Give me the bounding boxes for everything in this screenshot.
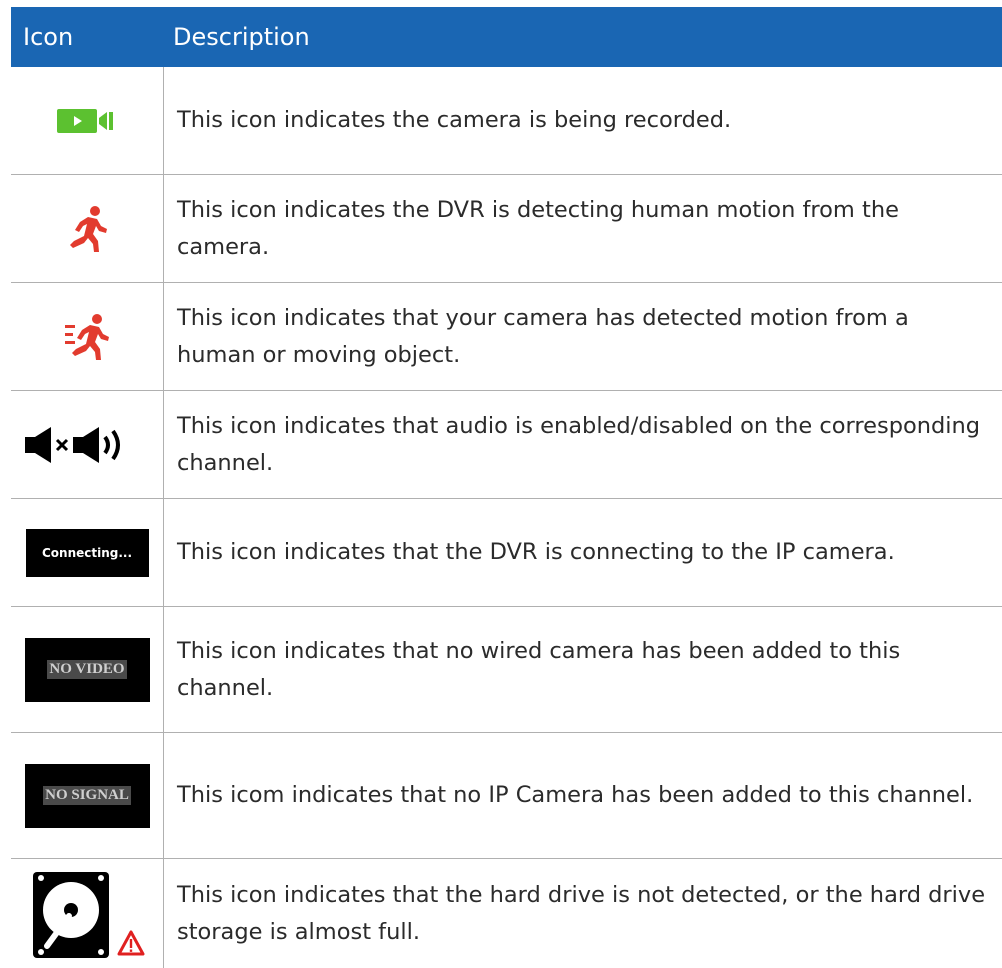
icon-cell: NO SIGNAL [11,733,163,858]
hard-drive-warning-icon [33,871,145,958]
description-cell: This icon indicates the camera is being … [177,107,732,133]
icon-cell [11,391,163,498]
icon-cell: NO VIDEO [11,607,163,732]
table-row: This icon indicates that your camera has… [11,283,1002,391]
description-cell: This icon indicates that the hard drive … [177,881,986,945]
header-description-column: Description [173,23,310,51]
icon-description-table: Icon Description This icon indicates the… [11,7,1002,968]
table-row: This icon indicates that the hard drive … [11,859,1002,968]
description-cell: This icon indicates that the DVR is conn… [177,539,895,565]
table-row: NO SIGNAL This icom indicates that no IP… [11,733,1002,859]
audio-toggle-icon [25,426,120,463]
table-row: This icon indicates the DVR is detecting… [11,175,1002,283]
human-motion-icon [70,205,107,252]
no-video-label: NO VIDEO [47,660,127,679]
no-signal-icon: NO SIGNAL [24,763,150,828]
no-video-icon: NO VIDEO [24,637,150,702]
description-cell: This icon indicates that no wired camera… [177,637,901,701]
motion-detected-icon [65,313,109,360]
table-row: This icon indicates that audio is enable… [11,391,1002,499]
icon-cell [11,859,163,968]
icon-cell [11,175,163,282]
description-cell: This icom indicates that no IP Camera ha… [177,782,974,808]
record-camera-icon [57,108,113,133]
icon-cell [11,67,163,174]
no-signal-label: NO SIGNAL [43,786,131,805]
header-icon-column: Icon [23,23,74,51]
description-cell: This icon indicates that your camera has… [177,304,909,368]
table-row: NO VIDEO This icon indicates that no wir… [11,607,1002,733]
table-row: This icon indicates the camera is being … [11,67,1002,175]
table-row: Connecting... This icon indicates that t… [11,499,1002,607]
table-header: Icon Description [11,7,1002,67]
icon-cell: Connecting... [11,499,163,606]
description-cell: This icon indicates the DVR is detecting… [177,196,899,260]
connecting-icon: Connecting... [25,528,149,577]
description-cell: This icon indicates that audio is enable… [177,412,981,476]
icon-cell [11,283,163,390]
